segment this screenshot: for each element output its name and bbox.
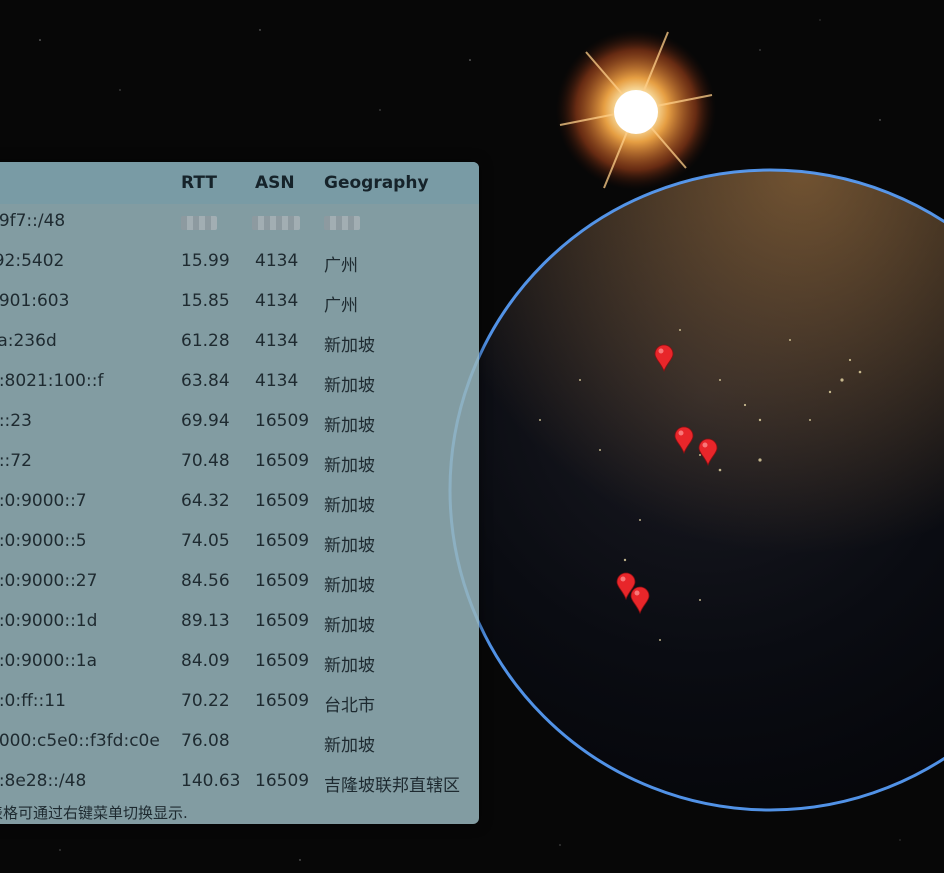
cell-asn: 16509	[255, 651, 310, 671]
table-row[interactable]: 0:0:9000::7 64.32 16509 新加坡	[0, 482, 479, 522]
column-header-rtt[interactable]: RTT	[181, 173, 217, 193]
cell-rtt: 15.99	[181, 251, 230, 271]
cell-asn: 4134	[255, 331, 299, 351]
cell-rtt: 63.84	[181, 371, 230, 391]
cell-rtt: 70.48	[181, 451, 230, 471]
traceroute-table-panel[interactable]: RTT ASN Geography 19f7::/48:92:5402 15.99…	[0, 162, 479, 824]
cell-geography: 新加坡	[324, 496, 375, 516]
cell-geography: 广州	[324, 256, 358, 276]
cell-asn: 16509	[255, 571, 310, 591]
cell-ip: ca:236d	[0, 331, 57, 351]
column-header-geography[interactable]: Geography	[324, 173, 429, 193]
cell-rtt: 84.09	[181, 651, 230, 671]
cell-asn: 16509	[255, 531, 310, 551]
cell-asn: 16509	[255, 451, 310, 471]
cell-ip: 0:0:9000::27	[0, 571, 98, 591]
cell-geography: 新加坡	[324, 456, 375, 476]
cell-asn: 16509	[255, 611, 310, 631]
table-row[interactable]: 5901:603 15.85 4134 广州	[0, 282, 479, 322]
table-row[interactable]: 0:8e28::/48 140.63 16509 吉隆坡联邦直辖区	[0, 762, 479, 802]
cell-asn: 16509	[255, 691, 310, 711]
cell-geography: 新加坡	[324, 656, 375, 676]
cell-geography: 新加坡	[324, 416, 375, 436]
cell-asn: 16509	[255, 771, 310, 791]
column-header-asn[interactable]: ASN	[255, 173, 295, 193]
redacted-cell	[252, 216, 300, 230]
cell-ip: 0:8021:100::f	[0, 371, 104, 391]
cell-geography: 广州	[324, 296, 358, 316]
cell-rtt: 89.13	[181, 611, 230, 631]
cell-ip: 5901:603	[0, 291, 70, 311]
cell-geography: 新加坡	[324, 736, 375, 756]
table-row[interactable]: 0:8021:100::f 63.84 4134 新加坡	[0, 362, 479, 402]
cell-ip: 4000:c5e0::f3fd:c0e	[0, 731, 160, 751]
cell-ip: :92:5402	[0, 251, 65, 271]
table-row[interactable]: 0:0:9000::1d 89.13 16509 新加坡	[0, 602, 479, 642]
cell-rtt: 69.94	[181, 411, 230, 431]
cell-asn: 4134	[255, 251, 299, 271]
cell-rtt: 61.28	[181, 331, 230, 351]
table-row[interactable]: 4000:c5e0::f3fd:c0e 76.08 新加坡	[0, 722, 479, 762]
cell-ip: 0:0:9000::7	[0, 491, 87, 511]
table-row[interactable]: 0:0:ff::11 70.22 16509 台北市	[0, 682, 479, 722]
sun-icon	[556, 30, 716, 190]
cell-rtt: 76.08	[181, 731, 230, 751]
cell-ip: 0::23	[0, 411, 32, 431]
table-row[interactable]: ca:236d 61.28 4134 新加坡	[0, 322, 479, 362]
cell-geography: 新加坡	[324, 576, 375, 596]
cell-asn: 16509	[255, 411, 310, 431]
cell-asn: 4134	[255, 291, 299, 311]
cell-geography: 新加坡	[324, 376, 375, 396]
cell-rtt: 84.56	[181, 571, 230, 591]
cell-ip: 0:8e28::/48	[0, 771, 87, 791]
table-row[interactable]: 0::72 70.48 16509 新加坡	[0, 442, 479, 482]
table-row[interactable]: 0:0:9000::1a 84.09 16509 新加坡	[0, 642, 479, 682]
cell-geography: 新加坡	[324, 336, 375, 356]
redacted-cell	[181, 216, 217, 230]
redacted-cell	[324, 216, 360, 230]
cell-geography: 吉隆坡联邦直辖区	[324, 776, 460, 796]
cell-geography: 台北市	[324, 696, 375, 716]
cell-ip: 0:0:9000::1d	[0, 611, 98, 631]
cell-rtt: 74.05	[181, 531, 230, 551]
table-header: RTT ASN Geography	[0, 162, 479, 204]
table-row[interactable]: 0:0:9000::5 74.05 16509 新加坡	[0, 522, 479, 562]
table-row[interactable]: 19f7::/48	[0, 202, 479, 242]
cell-rtt: 15.85	[181, 291, 230, 311]
cell-geography: 新加坡	[324, 616, 375, 636]
table-footer-note: 表格可通过右键菜单切换显示.	[0, 804, 188, 822]
cell-rtt: 64.32	[181, 491, 230, 511]
cell-rtt: 70.22	[181, 691, 230, 711]
cell-rtt: 140.63	[181, 771, 241, 791]
cell-asn: 4134	[255, 371, 299, 391]
table-row[interactable]: :92:5402 15.99 4134 广州	[0, 242, 479, 282]
earth-globe[interactable]	[448, 168, 944, 812]
cell-ip: 0:0:9000::5	[0, 531, 87, 551]
table-row[interactable]: 0:0:9000::27 84.56 16509 新加坡	[0, 562, 479, 602]
cell-geography: 新加坡	[324, 536, 375, 556]
cell-ip: 0:0:ff::11	[0, 691, 66, 711]
cell-asn: 16509	[255, 491, 310, 511]
cell-ip: 0::72	[0, 451, 32, 471]
table-row[interactable]: 0::23 69.94 16509 新加坡	[0, 402, 479, 442]
cell-ip: 19f7::/48	[0, 211, 66, 231]
cell-ip: 0:0:9000::1a	[0, 651, 98, 671]
